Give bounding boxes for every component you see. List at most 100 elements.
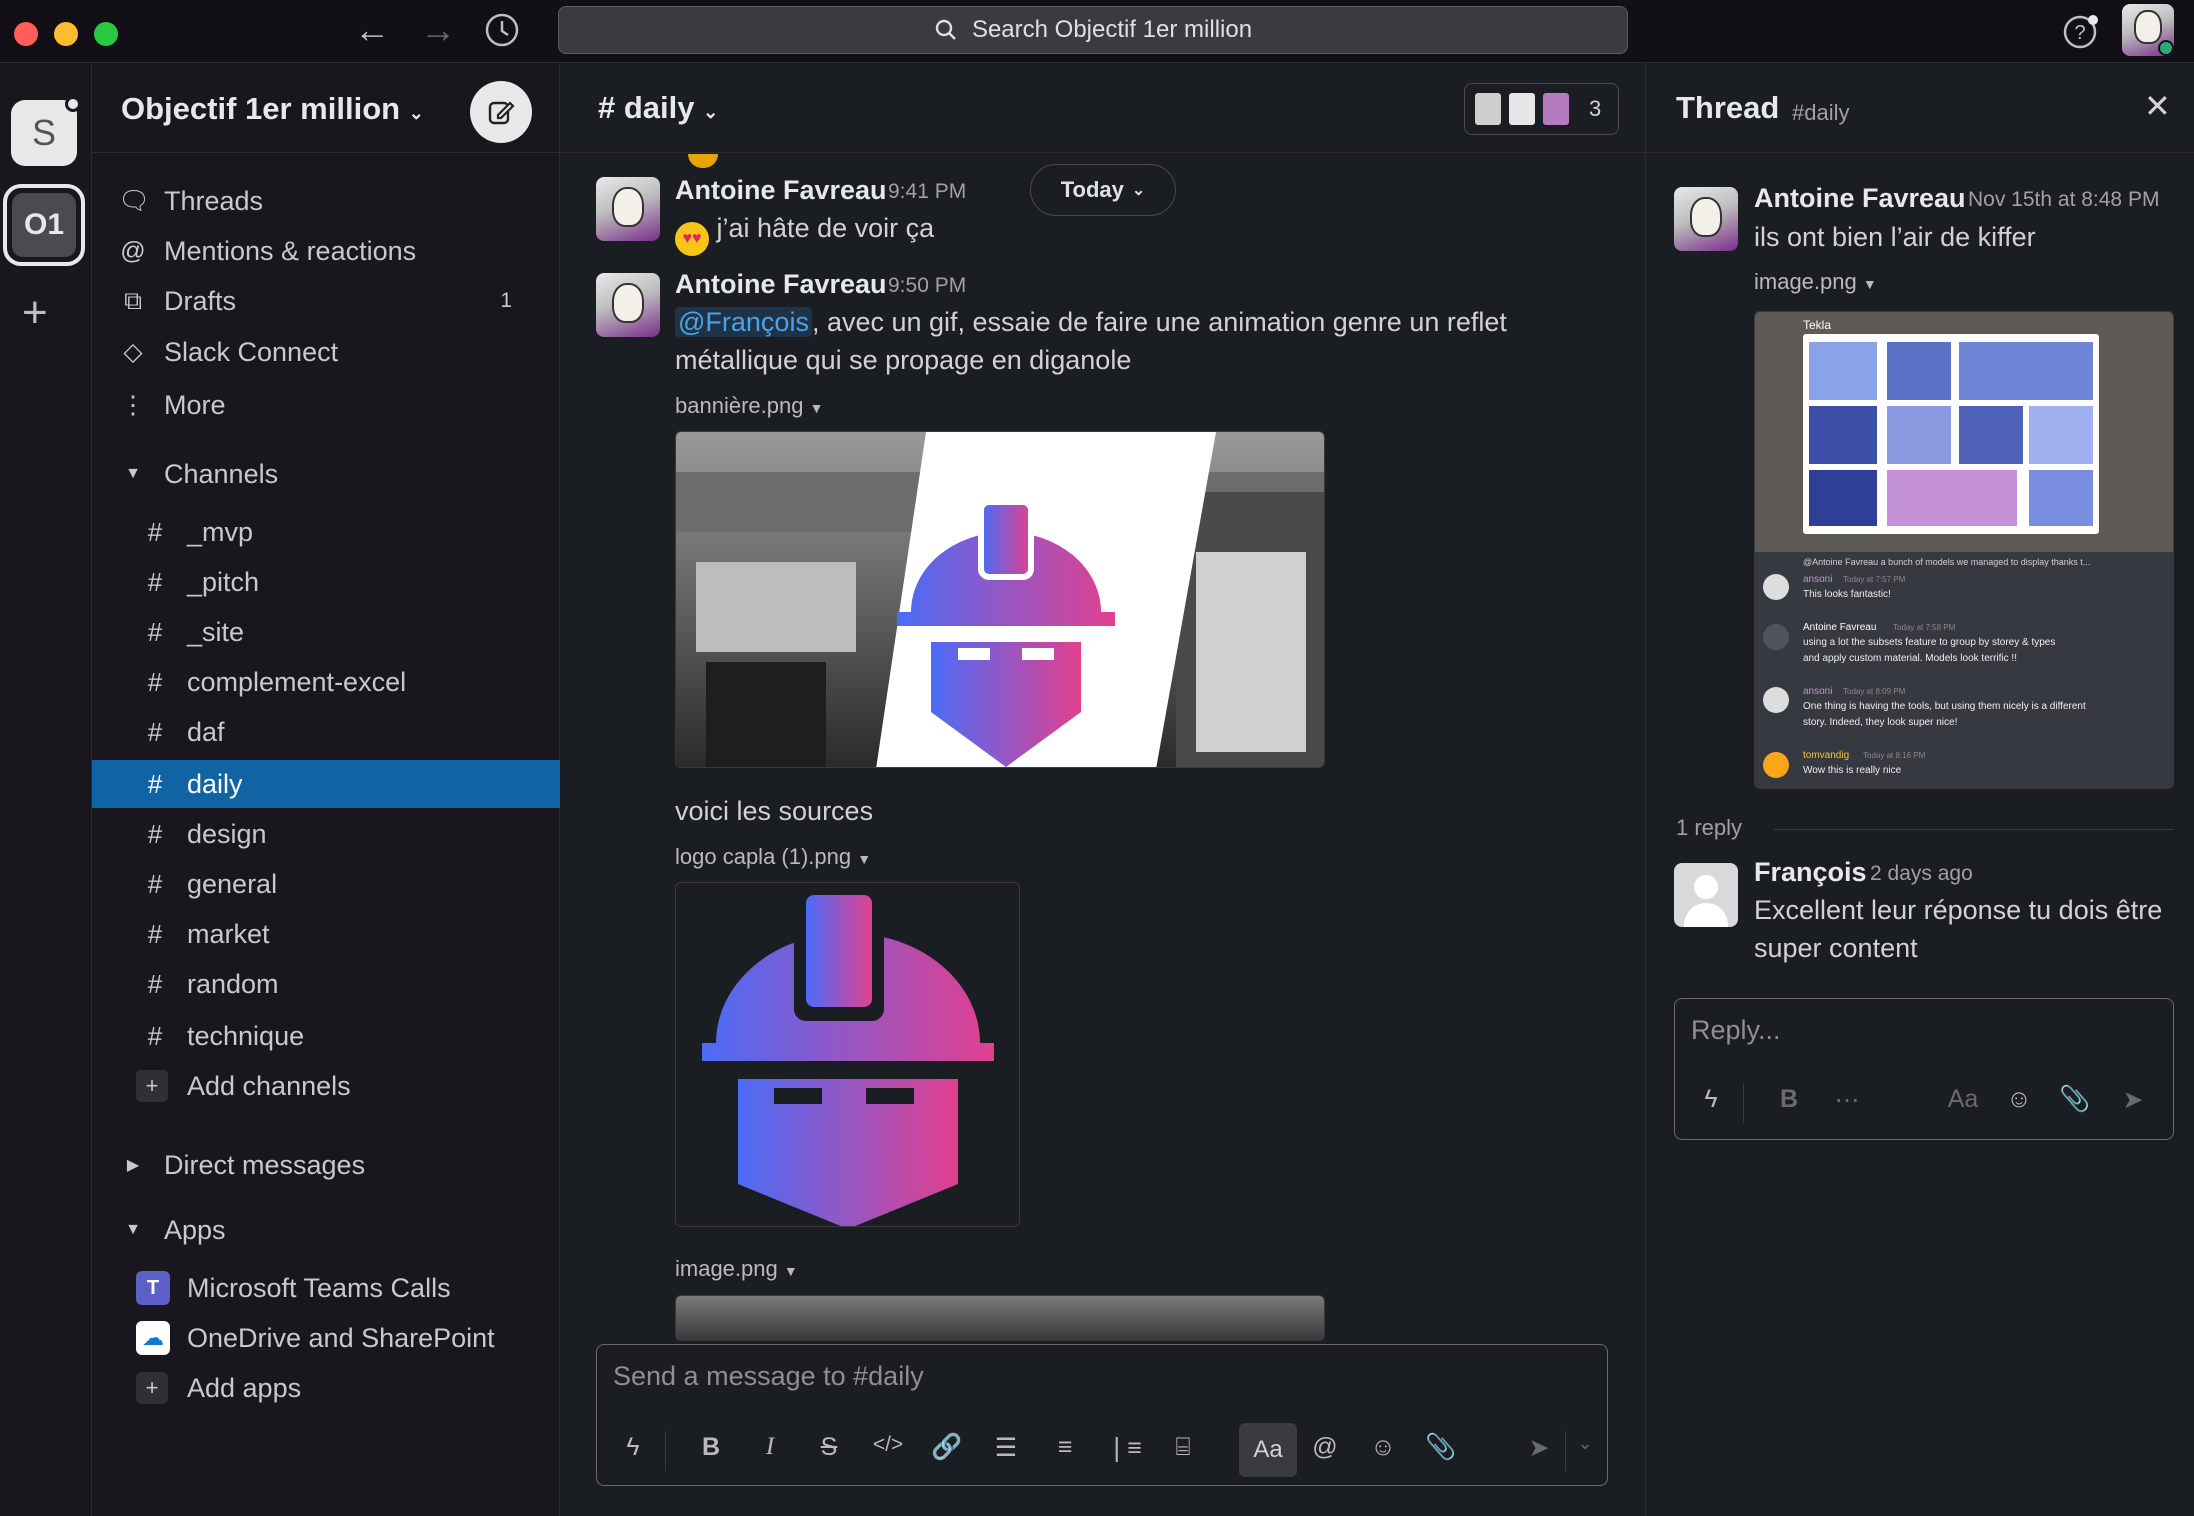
- sidebar-item-channel-general[interactable]: # general: [92, 859, 560, 909]
- partial-image[interactable]: [675, 1295, 1325, 1341]
- message-time[interactable]: 9:50 PM: [888, 274, 966, 298]
- file-name-logo[interactable]: logo capla (1).png ▼: [675, 844, 871, 870]
- send-icon[interactable]: ➤: [1521, 1433, 1557, 1463]
- formatting-toggle-button[interactable]: Aa: [1239, 1423, 1297, 1477]
- sidebar-item-channel-technique[interactable]: # technique: [92, 1011, 560, 1061]
- bulleted-list-icon[interactable]: ≡: [1047, 1433, 1083, 1462]
- code-icon[interactable]: </>: [870, 1433, 906, 1457]
- sidebar-item-channel-design[interactable]: # design: [92, 809, 560, 859]
- date-divider-today[interactable]: Today ⌄: [1030, 164, 1176, 216]
- file-name-image[interactable]: image.png ▼: [1754, 269, 1877, 295]
- history-icon[interactable]: [484, 12, 520, 48]
- user-mention[interactable]: @François: [675, 307, 812, 337]
- composer-placeholder[interactable]: Send a message to #daily: [613, 1361, 924, 1392]
- sidebar-item-channel-market[interactable]: # market: [92, 909, 560, 959]
- bold-icon[interactable]: B: [693, 1433, 729, 1462]
- apps-header: Apps: [164, 1214, 226, 1245]
- message-author[interactable]: François: [1754, 857, 1867, 888]
- sidebar-item-threads[interactable]: 🗨 Threads: [92, 176, 560, 226]
- emoji-icon[interactable]: ☺: [1365, 1433, 1401, 1462]
- workspace-o1[interactable]: O1: [3, 184, 85, 266]
- message-author[interactable]: Antoine Favreau: [675, 269, 887, 300]
- strikethrough-icon[interactable]: S: [811, 1433, 847, 1462]
- direct-messages-section-toggle[interactable]: ▶ Direct messages: [92, 1140, 560, 1190]
- forward-arrow-icon[interactable]: →: [420, 8, 456, 52]
- sidebar-item-channel-random[interactable]: # random: [92, 959, 560, 1009]
- sidebar-item-slack-connect[interactable]: ◇ Slack Connect: [92, 327, 560, 377]
- shortcuts-icon[interactable]: ϟ: [1693, 1085, 1729, 1114]
- minimize-window-button[interactable]: [54, 22, 78, 46]
- message-body: j’ai hâte de voir ça: [716, 213, 935, 243]
- attachment-icon[interactable]: 📎: [2057, 1085, 2093, 1114]
- members-button[interactable]: 3: [1464, 83, 1619, 135]
- avatar[interactable]: [1674, 863, 1738, 927]
- message-author[interactable]: Antoine Favreau: [675, 175, 887, 206]
- message-time[interactable]: Nov 15th at 8:48 PM: [1968, 188, 2159, 212]
- avatar[interactable]: [596, 273, 660, 337]
- sidebar-item-channel-pitch[interactable]: # _pitch: [92, 557, 560, 607]
- sidebar-item-app-teams[interactable]: T Microsoft Teams Calls: [92, 1263, 560, 1313]
- blockquote-icon[interactable]: ❘≡: [1106, 1433, 1142, 1463]
- screenshot-image[interactable]: Tekla @Antoine Favreau a bunch of models…: [1754, 311, 2174, 789]
- emoji-icon[interactable]: ☺: [2001, 1085, 2037, 1114]
- back-arrow-icon[interactable]: ←: [354, 8, 390, 52]
- mention-icon[interactable]: @: [1307, 1433, 1343, 1462]
- more-formatting-icon[interactable]: ⋯: [1829, 1085, 1865, 1115]
- sidebar-item-channel-daily[interactable]: # daily: [92, 760, 560, 808]
- search-bar[interactable]: Search Objectif 1er million: [558, 6, 1628, 54]
- help-icon[interactable]: ?: [2062, 14, 2098, 50]
- add-apps-button[interactable]: + Add apps: [92, 1363, 560, 1413]
- ordered-list-icon[interactable]: ☰: [988, 1433, 1024, 1463]
- workspace-menu[interactable]: Objectif 1er million ⌄: [121, 91, 424, 127]
- reply-placeholder[interactable]: Reply...: [1691, 1015, 1781, 1046]
- hash-icon: #: [147, 666, 163, 697]
- direct-messages-header: Direct messages: [164, 1149, 366, 1180]
- bold-icon[interactable]: B: [1771, 1085, 1807, 1114]
- sidebar-item-app-onedrive[interactable]: ☁ OneDrive and SharePoint: [92, 1313, 560, 1363]
- file-name-image[interactable]: image.png ▼: [675, 1256, 798, 1282]
- channels-section-toggle[interactable]: ▼ Channels: [92, 449, 560, 499]
- sidebar-item-channel-complement-excel[interactable]: # complement-excel: [92, 657, 560, 707]
- divider: [1743, 1083, 1744, 1123]
- send-icon[interactable]: ➤: [2115, 1085, 2151, 1115]
- message-composer[interactable]: Send a message to #daily ϟ B I S </> 🔗 ☰…: [596, 1344, 1608, 1486]
- add-workspace-icon[interactable]: +: [22, 291, 48, 335]
- link-icon[interactable]: 🔗: [929, 1433, 965, 1462]
- comment-time: Today at 7:58 PM: [1893, 623, 1956, 632]
- file-name-banniere[interactable]: bannière.png ▼: [675, 393, 823, 419]
- thread-channel-link[interactable]: #daily: [1792, 100, 1849, 126]
- workspace-s[interactable]: S: [11, 96, 81, 166]
- user-avatar[interactable]: [2122, 4, 2174, 56]
- message-time[interactable]: 9:41 PM: [888, 180, 966, 204]
- channel-title-button[interactable]: # daily ⌄: [598, 90, 718, 126]
- attachment-icon[interactable]: 📎: [1423, 1433, 1459, 1462]
- sidebar-item-channel-daf[interactable]: # daf: [92, 707, 560, 757]
- shortcuts-icon[interactable]: ϟ: [615, 1433, 651, 1462]
- search-icon: [935, 19, 956, 40]
- italic-icon[interactable]: I: [752, 1433, 788, 1461]
- add-channels-button[interactable]: + Add channels: [92, 1061, 560, 1111]
- code-block-icon[interactable]: ⌸: [1165, 1433, 1201, 1462]
- sidebar-item-mentions[interactable]: @ Mentions & reactions: [92, 226, 560, 276]
- message-author[interactable]: Antoine Favreau: [1754, 183, 1966, 214]
- avatar[interactable]: [1674, 187, 1738, 251]
- sidebar-item-channel-site[interactable]: # _site: [92, 607, 560, 657]
- send-options-icon[interactable]: ⌄: [1567, 1433, 1603, 1454]
- logo-image[interactable]: [675, 882, 1020, 1227]
- sidebar-item-label: Threads: [164, 185, 264, 216]
- apps-section-toggle[interactable]: ▼ Apps: [92, 1205, 560, 1255]
- formatting-toggle-button[interactable]: Aa: [1939, 1085, 1987, 1114]
- sidebar-item-channel-mvp[interactable]: # _mvp: [92, 507, 560, 557]
- comment-text: and apply custom material. Models look t…: [1803, 653, 2017, 664]
- close-window-button[interactable]: [14, 22, 38, 46]
- message-time[interactable]: 2 days ago: [1870, 862, 1973, 886]
- sidebar-item-drafts[interactable]: ⧉ Drafts 1: [92, 276, 560, 326]
- sidebar-item-more[interactable]: ⋮ More: [92, 380, 560, 430]
- avatar[interactable]: [596, 177, 660, 241]
- reply-composer[interactable]: Reply... ϟ B ⋯ Aa ☺ 📎 ➤: [1674, 998, 2174, 1140]
- zoom-window-button[interactable]: [94, 22, 118, 46]
- close-icon[interactable]: ✕: [2144, 87, 2171, 125]
- banner-image[interactable]: [675, 431, 1325, 768]
- workspace-o1-label: O1: [12, 193, 76, 257]
- compose-button[interactable]: [470, 81, 532, 143]
